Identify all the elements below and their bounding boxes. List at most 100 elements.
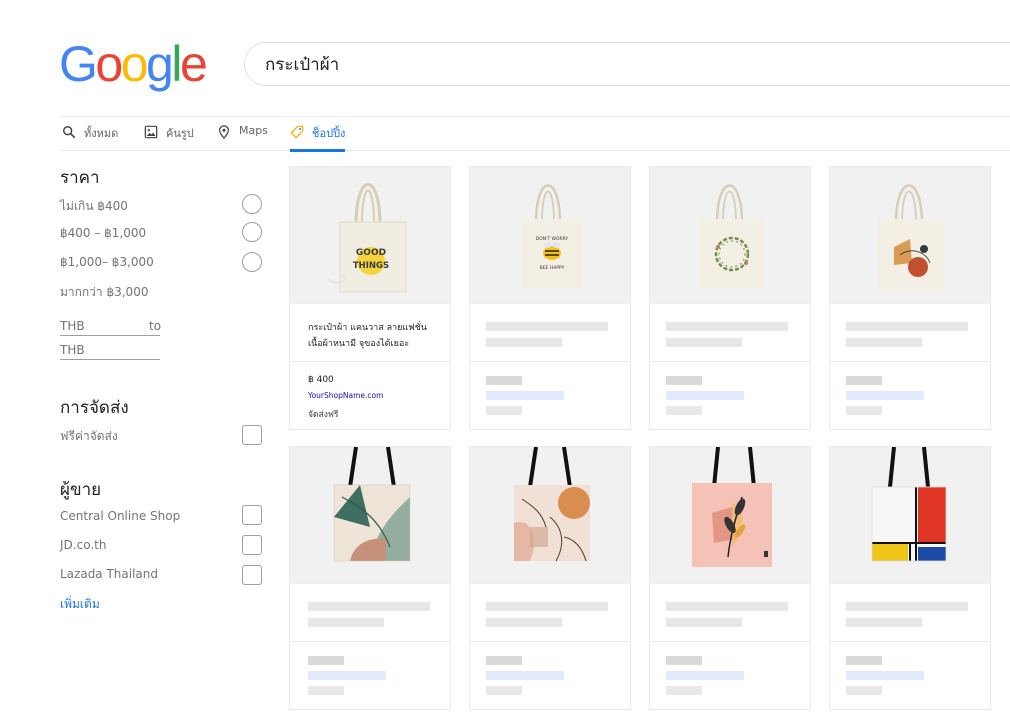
tab-label: ช็อปปิ้ง [312,127,346,140]
price-filter-title: ราคา [60,168,100,188]
product-image[interactable]: GOOD THINGS [290,167,450,303]
product-title-placeholder [470,303,630,361]
placeholder-bar [308,618,384,627]
product-card[interactable]: DON'T WORRY BEE HAPPY [469,166,631,430]
seller-option-checkbox[interactable] [242,535,262,555]
placeholder-bar [486,618,562,627]
product-meta-placeholder [470,361,630,429]
seller-option-checkbox[interactable] [242,565,262,585]
placeholder-bar [846,602,968,611]
placeholder-bar [666,686,702,695]
bag-print-text: BEE HAPPY [540,265,565,271]
product-image[interactable] [650,167,810,303]
product-image[interactable] [290,447,450,583]
placeholder-bar [846,671,924,680]
product-meta-placeholder [290,641,450,709]
bag-print-text: GOOD [356,248,386,258]
product-title-placeholder [290,583,450,641]
placeholder-bar [666,391,744,400]
product-meta-placeholder [830,641,990,709]
price-option-label[interactable]: ไม่เกิน ฿400 [60,197,128,216]
placeholder-bar [308,686,344,695]
search-tabs: ทั้งหมด ค้นรูป Maps ช็อปปิ้ง [60,116,1010,152]
product-image[interactable]: DON'T WORRY BEE HAPPY [470,167,630,303]
tote-bag-image [878,184,944,291]
logo-letter: l [171,36,182,92]
tote-bag-image: GOOD THINGS [327,183,407,293]
seller-option-label[interactable]: Central Online Shop [60,509,180,523]
price-option-label[interactable]: ฿1,000– ฿3,000 [60,255,154,269]
product-title-placeholder [830,583,990,641]
placeholder-bar [486,686,522,695]
search-box[interactable] [244,42,1010,86]
placeholder-bar [486,338,562,347]
placeholder-bar [308,602,430,611]
product-card[interactable] [649,446,811,710]
map-pin-icon [219,125,229,139]
placeholder-bar [486,406,522,415]
seller-option-label[interactable]: JD.co.th [60,538,106,552]
placeholder-bar [846,686,882,695]
placeholder-bar [846,656,882,665]
tab-shopping[interactable]: ช็อปปิ้ง [290,124,346,152]
product-card[interactable] [289,446,451,710]
price-option-radio[interactable] [242,222,262,242]
free-shipping-checkbox[interactable] [242,425,262,445]
tab-label: Maps [239,124,268,137]
product-meta-placeholder [470,641,630,709]
placeholder-bar [666,671,744,680]
tab-maps[interactable]: Maps [217,124,268,152]
tote-bag-image [514,447,590,562]
product-shop-link[interactable]: YourShopName.com [308,391,383,400]
tab-all[interactable]: ทั้งหมด [62,124,118,152]
product-meta-section: ฿ 400 YourShopName.com จัดส่งฟรี [290,361,450,429]
placeholder-bar [666,376,702,385]
product-card[interactable] [829,166,991,430]
tab-images[interactable]: ค้นรูป [144,124,194,152]
product-card[interactable]: GOOD THINGS กระเป๋าผ้า แคนวาส ลายแฟชั่น … [289,166,451,430]
search-input[interactable] [265,54,1010,74]
product-title-placeholder [830,303,990,361]
range-to-label: to [149,319,162,333]
placeholder-bar [846,406,882,415]
product-image[interactable] [650,447,810,583]
product-card[interactable] [829,446,991,710]
logo-letter: g [146,36,174,92]
price-option-radio[interactable] [242,252,262,272]
search-icon [63,126,76,139]
product-title-placeholder [470,583,630,641]
product-meta-placeholder [830,361,990,429]
product-image[interactable] [470,447,630,583]
seller-option-label[interactable]: Lazada Thailand [60,567,158,581]
placeholder-bar [846,338,922,347]
price-option-label[interactable]: ฿400 – ฿1,000 [60,226,146,240]
price-max-input[interactable]: THB [60,343,85,357]
seller-more-link[interactable]: เพิ่มเติม [60,595,100,614]
shipping-filter-title: การจัดส่ง [60,398,129,418]
price-option-radio[interactable] [242,194,262,214]
tote-bag-image [333,447,411,562]
placeholder-bar [666,602,788,611]
logo-letter: G [59,36,98,92]
product-card[interactable] [469,446,631,710]
seller-option-checkbox[interactable] [242,505,262,525]
product-image[interactable] [830,447,990,583]
product-title-placeholder [650,583,810,641]
placeholder-bar [666,656,702,665]
price-min-input[interactable]: THB [60,319,85,333]
product-meta-placeholder [650,641,810,709]
logo-letter: e [179,36,208,92]
google-logo[interactable]: Google [59,36,208,92]
price-option-label[interactable]: มากกว่า ฿3,000 [60,283,148,302]
bag-print-text: DON'T WORRY [536,236,569,242]
placeholder-bar [486,391,564,400]
free-shipping-label[interactable]: ฟรีค่าจัดส่ง [60,427,118,446]
logo-letter: o [120,36,149,92]
placeholder-bar [486,656,522,665]
product-title-placeholder [650,303,810,361]
image-icon [144,125,158,139]
tag-icon [290,125,304,139]
product-image[interactable] [830,167,990,303]
product-card[interactable] [649,166,811,430]
product-title[interactable]: กระเป๋าผ้า แคนวาส ลายแฟชั่น เนื้อผ้าหนาม… [308,320,443,352]
